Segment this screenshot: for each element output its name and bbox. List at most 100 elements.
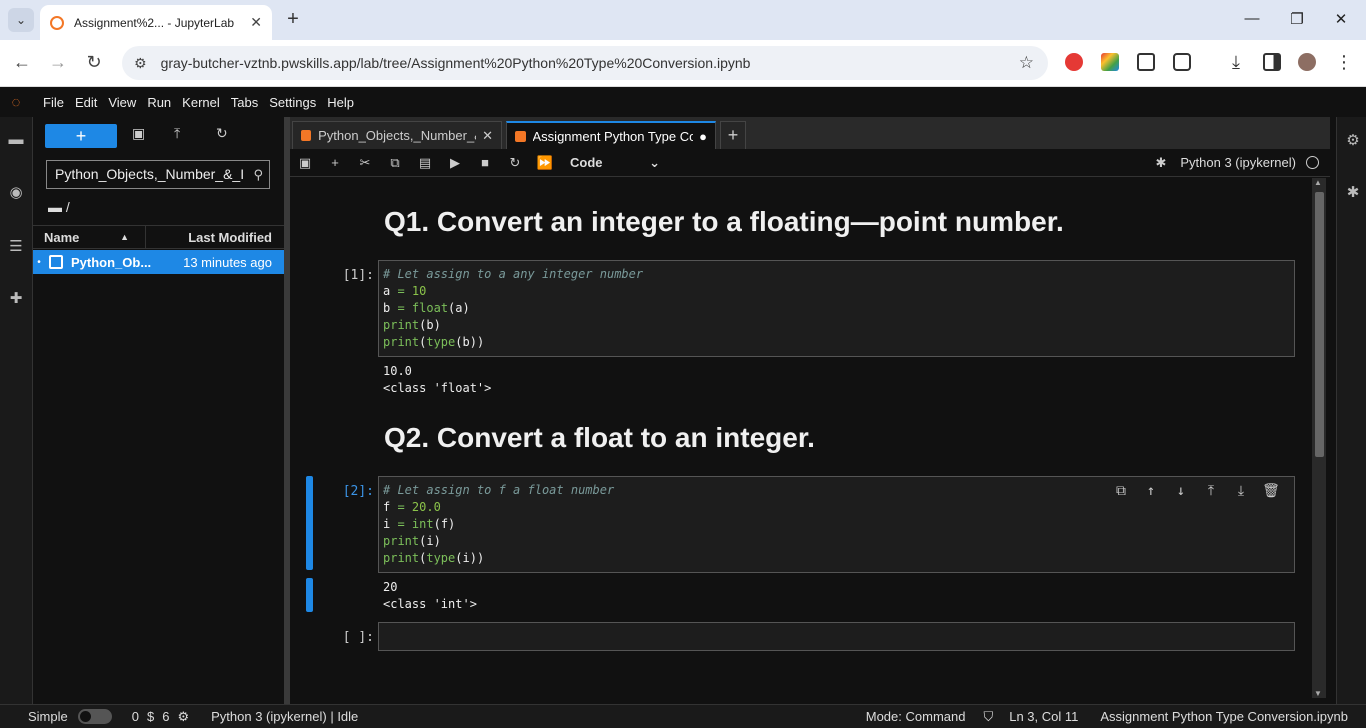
kernel-gear-icon[interactable]: ⚙: [177, 709, 189, 725]
color-extension-icon[interactable]: [1101, 53, 1119, 71]
url-field[interactable]: ⚙ gray-butcher-vztnb.pwskills.app/lab/tr…: [122, 46, 1048, 80]
menu-run[interactable]: Run: [147, 95, 171, 110]
site-settings-icon[interactable]: ⚙: [134, 55, 147, 72]
new-tab-button[interactable]: +: [282, 8, 304, 31]
side-panel-icon[interactable]: [1263, 53, 1281, 71]
add-tab-button[interactable]: +: [720, 121, 746, 149]
notebook-toolbar: ▣ + ✂ ⧉ ▤ ▶ ■ ↻ ⏩ Code ⌄ ✱ Python 3 (ipy…: [290, 149, 1330, 177]
minimize-icon[interactable]: —: [1242, 10, 1262, 27]
insert-below-icon[interactable]: ⤓: [1226, 483, 1256, 500]
running-sessions-icon[interactable]: ◉: [6, 183, 26, 203]
folder-icon[interactable]: ▬: [48, 199, 62, 215]
folder-icon[interactable]: ▬: [6, 131, 26, 151]
column-name-header[interactable]: Name ▲: [33, 226, 146, 248]
menu-edit[interactable]: Edit: [75, 95, 97, 110]
breadcrumb[interactable]: ▬ /: [48, 199, 70, 215]
insert-above-icon[interactable]: ⤒: [1196, 483, 1226, 500]
notebook-mode[interactable]: Mode: Command: [866, 709, 966, 724]
terminal-icon[interactable]: $: [147, 709, 154, 724]
browser-tab[interactable]: Assignment%2... - JupyterLab ✕: [40, 5, 272, 40]
file-name[interactable]: Python_Ob...: [71, 255, 161, 270]
file-search-value[interactable]: Python_Objects,_Number_&_I: [55, 166, 244, 182]
breadcrumb-root[interactable]: /: [66, 199, 70, 215]
delete-cell-icon[interactable]: 🗑: [1256, 483, 1286, 500]
code-cell-1[interactable]: # Let assign to a any integer number a =…: [378, 260, 1295, 357]
debugger-bug-icon[interactable]: ✱: [1344, 183, 1362, 201]
profile-avatar[interactable]: [1298, 53, 1316, 71]
q1-heading: Q1. Convert an integer to a floating—poi…: [384, 206, 1064, 237]
debugger-bug-icon[interactable]: ✱: [1155, 155, 1166, 171]
download-icon[interactable]: ⤓: [1224, 52, 1248, 73]
copy-icon[interactable]: ⧉: [380, 155, 410, 171]
menu-settings[interactable]: Settings: [269, 95, 316, 110]
close-icon[interactable]: ✕: [482, 128, 493, 144]
output-line: <class 'float'>: [383, 381, 492, 395]
bookmark-star-icon[interactable]: ☆: [1019, 53, 1034, 73]
scroll-up-icon[interactable]: ▲: [1314, 178, 1322, 187]
stop-icon[interactable]: ■: [470, 155, 500, 170]
kernel-name[interactable]: Python 3 (ipykernel): [1180, 155, 1296, 170]
menu-kernel[interactable]: Kernel: [182, 95, 220, 110]
run-all-icon[interactable]: ⏩: [530, 155, 560, 171]
extensions-puzzle-icon[interactable]: ✚: [6, 289, 26, 309]
restart-icon[interactable]: ↻: [500, 155, 530, 171]
forward-icon[interactable]: →: [46, 52, 70, 73]
save-icon[interactable]: ▣: [290, 155, 320, 171]
chevron-down-icon[interactable]: ⌄: [649, 155, 660, 171]
restore-icon[interactable]: ❐: [1287, 10, 1307, 28]
trusted-shield-icon[interactable]: ⛉: [983, 709, 993, 725]
notebook-scrollbar[interactable]: ▲ ▼: [1312, 178, 1326, 698]
close-tab-icon[interactable]: ✕: [250, 14, 262, 31]
tab-python-objects[interactable]: Python_Objects,_Number_&_ ✕: [292, 121, 502, 149]
code-token: (i): [419, 534, 441, 548]
refresh-icon[interactable]: ↻: [216, 125, 228, 142]
kernel-status[interactable]: Python 3 (ipykernel) | Idle: [211, 709, 358, 724]
extensions-puzzle-icon[interactable]: [1173, 53, 1191, 71]
menu-help[interactable]: Help: [327, 95, 354, 110]
reload-icon[interactable]: ↻: [82, 52, 106, 73]
close-window-icon[interactable]: ✕: [1331, 10, 1351, 28]
paste-icon[interactable]: ▤: [410, 155, 440, 171]
code-cell-3[interactable]: [378, 622, 1295, 651]
jupyter-favicon-icon: [50, 15, 64, 30]
tab-search-chevron-icon[interactable]: ⌄: [8, 8, 34, 32]
kernels-count[interactable]: 6: [162, 709, 169, 724]
code-token: (b): [419, 318, 441, 332]
upload-icon[interactable]: ⤒: [174, 125, 180, 142]
file-search-input[interactable]: Python_Objects,_Number_&_I ⚲: [46, 160, 270, 189]
menu-tabs[interactable]: Tabs: [231, 95, 258, 110]
screenshot-extension-icon[interactable]: [1137, 53, 1155, 71]
url-text[interactable]: gray-butcher-vztnb.pwskills.app/lab/tree…: [161, 55, 1019, 71]
menu-view[interactable]: View: [108, 95, 136, 110]
adblock-extension-icon[interactable]: [1065, 53, 1083, 71]
scroll-down-icon[interactable]: ▼: [1314, 689, 1322, 698]
sort-ascending-icon[interactable]: ▲: [120, 232, 129, 242]
scrollbar-thumb[interactable]: [1315, 192, 1324, 457]
move-down-icon[interactable]: ↓: [1166, 483, 1196, 500]
run-icon[interactable]: ▶: [440, 155, 470, 171]
simple-mode-toggle[interactable]: [77, 709, 112, 724]
new-folder-icon[interactable]: ▣: [132, 125, 145, 142]
browser-tab-strip: ⌄ Assignment%2... - JupyterLab ✕ + — ❐ ✕: [0, 0, 1366, 40]
move-up-icon[interactable]: ↑: [1136, 483, 1166, 500]
insert-cell-icon[interactable]: +: [320, 155, 350, 170]
menu-file[interactable]: File: [43, 95, 64, 110]
cell-type-select[interactable]: Code ⌄: [570, 155, 660, 171]
tab-assignment-type-conversion[interactable]: Assignment Python Type Cor ●: [506, 121, 716, 149]
file-list-item[interactable]: • Python_Ob... 13 minutes ago: [33, 250, 284, 274]
code-cell-2[interactable]: # Let assign to f a float number f = 20.…: [378, 476, 1295, 573]
new-launcher-button[interactable]: +: [45, 124, 117, 148]
duplicate-cell-icon[interactable]: ⧉: [1106, 483, 1136, 500]
table-of-contents-icon[interactable]: ☰: [6, 237, 26, 257]
browser-menu-icon[interactable]: ⋮: [1332, 52, 1356, 73]
output-collapser[interactable]: [306, 578, 313, 612]
property-inspector-gear-icon[interactable]: ⚙: [1344, 131, 1362, 149]
unsaved-dot-icon[interactable]: ●: [699, 129, 707, 144]
terminals-count[interactable]: 0: [132, 709, 139, 724]
cell-type-value[interactable]: Code: [570, 155, 603, 171]
cut-icon[interactable]: ✂: [350, 155, 380, 171]
cursor-position[interactable]: Ln 3, Col 11: [1009, 709, 1078, 724]
back-icon[interactable]: ←: [10, 52, 34, 73]
input-collapser[interactable]: [306, 476, 313, 570]
column-modified-header[interactable]: Last Modified: [146, 230, 284, 245]
